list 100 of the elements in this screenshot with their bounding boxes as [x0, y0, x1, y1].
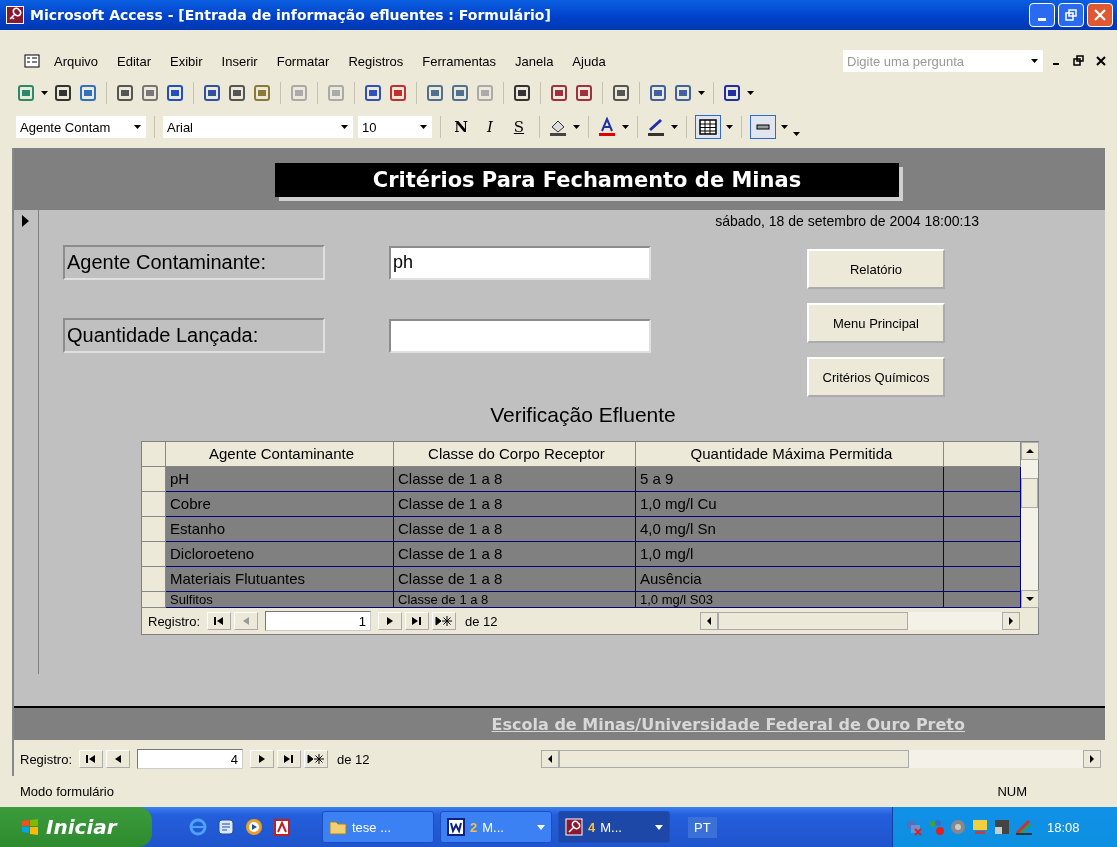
- caret-icon[interactable]: [573, 125, 580, 129]
- menu-item[interactable]: Formatar: [276, 53, 330, 69]
- table-cell: Estanho: [166, 517, 394, 542]
- menu-item[interactable]: Ferramentas: [422, 53, 497, 69]
- record-number-field[interactable]: 1: [265, 611, 372, 631]
- object-dropdown[interactable]: Agente Contam: [16, 116, 146, 138]
- table-cell: 1,0 mg/l: [636, 542, 944, 567]
- close-icon[interactable]: [1095, 55, 1107, 67]
- scroll-right-icon[interactable]: [1002, 612, 1020, 630]
- menu-item[interactable]: Editar: [117, 53, 152, 69]
- menu-item[interactable]: Registros: [348, 53, 404, 69]
- bold-button[interactable]: N: [449, 118, 473, 136]
- media-player-icon[interactable]: [244, 817, 264, 837]
- scroll-thumb[interactable]: [1021, 478, 1038, 508]
- caret-icon[interactable]: [622, 125, 629, 129]
- table-cell: Classe de 1 a 8: [394, 542, 636, 567]
- scroll-left-icon[interactable]: [541, 750, 559, 768]
- mail-icon[interactable]: [216, 817, 236, 837]
- row-selector[interactable]: [142, 592, 166, 608]
- next-record-icon[interactable]: [378, 612, 403, 630]
- num-lock-indicator: NUM: [997, 783, 1027, 799]
- record-number-field[interactable]: 4: [137, 749, 244, 769]
- subform-title: Verificação Efluente: [489, 403, 677, 427]
- caret-icon[interactable]: [41, 91, 48, 95]
- document-icon[interactable]: [272, 817, 292, 837]
- scroll-down-icon[interactable]: [1021, 590, 1039, 608]
- horizontal-scrollbar[interactable]: [541, 750, 1101, 768]
- command-button[interactable]: Critérios Químicos: [807, 357, 945, 397]
- document-icon: [447, 818, 465, 836]
- vertical-scrollbar[interactable]: [1021, 442, 1038, 608]
- underline-button[interactable]: S: [507, 118, 531, 136]
- row-selector[interactable]: [142, 542, 166, 567]
- restore-icon[interactable]: [1073, 55, 1085, 67]
- start-button[interactable]: Iniciar: [0, 807, 152, 847]
- row-selector[interactable]: [142, 567, 166, 592]
- restore-icon: [1065, 9, 1077, 21]
- clock: 18:08: [1047, 819, 1080, 835]
- caret-icon: [537, 824, 545, 830]
- previous-record-icon[interactable]: [106, 750, 131, 768]
- menu-item[interactable]: Janela: [515, 53, 554, 69]
- line-color-icon[interactable]: [646, 117, 666, 137]
- menu-item[interactable]: Inserir: [221, 53, 258, 69]
- input-field[interactable]: [389, 318, 651, 353]
- help-search-field[interactable]: Digite uma pergunta: [843, 50, 1027, 72]
- menu-item[interactable]: Arquivo: [54, 53, 99, 69]
- scroll-left-icon[interactable]: [700, 612, 718, 630]
- pen-icon[interactable]: [1015, 818, 1033, 836]
- table-cell: 5 a 9: [636, 467, 944, 492]
- row-selector[interactable]: [142, 467, 166, 492]
- taskbar-button[interactable]: tese ...: [322, 811, 434, 843]
- last-record-icon[interactable]: [405, 612, 430, 630]
- row-selector[interactable]: [142, 517, 166, 542]
- minimize-button[interactable]: [1029, 3, 1055, 27]
- font-dropdown[interactable]: Arial: [163, 116, 353, 138]
- taskbar-button[interactable]: 4 M...: [558, 811, 670, 843]
- caret-icon[interactable]: [1027, 50, 1043, 72]
- input-field[interactable]: ph: [389, 245, 651, 280]
- command-button[interactable]: Relatório: [807, 249, 945, 289]
- close-button[interactable]: [1087, 3, 1113, 27]
- scroll-thumb[interactable]: [718, 612, 908, 630]
- scroll-thumb[interactable]: [559, 750, 909, 768]
- menu-item[interactable]: Ajuda: [572, 53, 606, 69]
- caret-icon[interactable]: [698, 91, 705, 95]
- caret-icon[interactable]: [726, 125, 733, 129]
- caret-icon: [134, 125, 141, 129]
- restore-button[interactable]: [1058, 3, 1084, 27]
- font-size-dropdown[interactable]: 10: [358, 116, 432, 138]
- border-width-icon[interactable]: [750, 115, 776, 139]
- column-header[interactable]: Agente Contaminante: [166, 442, 394, 467]
- checkered-icon[interactable]: [993, 818, 1011, 836]
- table-cell: Cobre: [166, 492, 394, 517]
- menu-item[interactable]: Exibir: [170, 53, 203, 69]
- key-icon: [6, 6, 24, 24]
- caret-icon[interactable]: [747, 91, 754, 95]
- table-cell: Materiais Flutuantes: [166, 567, 394, 592]
- column-header[interactable]: Classe do Corpo Receptor: [394, 442, 636, 467]
- language-indicator[interactable]: PT: [688, 816, 717, 838]
- command-button[interactable]: Menu Principal: [807, 303, 945, 343]
- field-label: Agente Contaminante:: [63, 245, 325, 280]
- taskbar-button[interactable]: 2 M...: [440, 811, 552, 843]
- select-all-cell[interactable]: [142, 442, 166, 467]
- first-record-icon[interactable]: [79, 750, 104, 768]
- row-selector[interactable]: [142, 492, 166, 517]
- last-record-icon[interactable]: [277, 750, 302, 768]
- italic-button[interactable]: I: [478, 118, 502, 136]
- next-record-icon[interactable]: [250, 750, 275, 768]
- scroll-right-icon[interactable]: [1083, 750, 1101, 768]
- caret-icon[interactable]: [671, 125, 678, 129]
- scroll-up-icon[interactable]: [1021, 442, 1039, 460]
- form-icon[interactable]: [24, 53, 40, 69]
- first-record-icon[interactable]: [207, 612, 232, 630]
- record-label: Registro:: [148, 613, 201, 629]
- font-color-icon[interactable]: [597, 117, 617, 137]
- windows-flag-icon: [20, 817, 40, 837]
- table-cell: 1,0 mg/l S03: [636, 592, 944, 608]
- field-label: Quantidade Lançada:: [63, 318, 325, 353]
- horizontal-scrollbar[interactable]: [700, 612, 1020, 630]
- grid-icon[interactable]: [695, 115, 721, 139]
- computer-icon[interactable]: [971, 818, 989, 836]
- column-header[interactable]: Quantidade Máxima Permitida: [636, 442, 944, 467]
